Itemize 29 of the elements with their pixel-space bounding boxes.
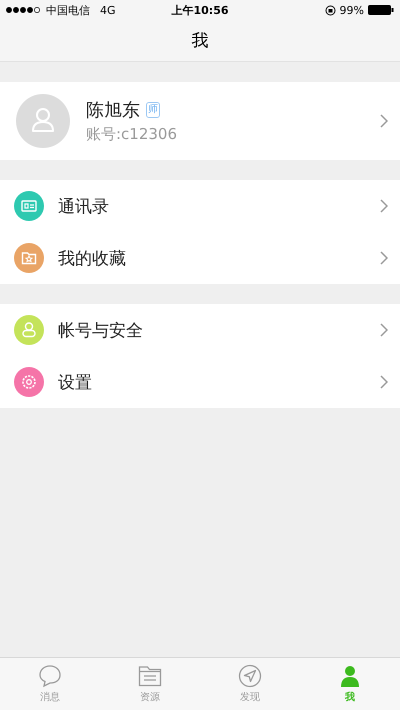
battery-percent: 99% [340, 4, 364, 16]
menu-item[interactable]: 设置 [0, 356, 400, 408]
chevron-icon [380, 199, 388, 213]
menu-label: 我的收藏 [58, 248, 127, 270]
teacher-badge: 师 [146, 102, 160, 118]
folder-icon [138, 664, 162, 688]
menu-item[interactable]: 通讯录 [0, 180, 400, 232]
page-title: 我 [192, 30, 208, 52]
speech-bubble-icon [38, 664, 62, 688]
network-text: 4G [100, 4, 116, 16]
person-icon [338, 664, 362, 688]
profile-row[interactable]: 陈旭东 师 账号:c12306 [0, 82, 400, 160]
clock-text: 上午10:56 [172, 2, 228, 18]
chevron-icon [380, 323, 388, 337]
rotation-lock-icon [324, 4, 336, 16]
menu-label: 设置 [58, 372, 93, 394]
menu-label: 帐号与安全 [58, 320, 144, 342]
menu-item[interactable]: 我的收藏 [0, 232, 400, 284]
account-id: 账号:c12306 [86, 125, 178, 144]
avatar-icon [16, 94, 70, 148]
chevron-icon [380, 251, 388, 265]
menu-label: 通讯录 [58, 196, 110, 218]
user-name: 陈旭东 [86, 99, 140, 122]
battery-icon [368, 5, 394, 15]
signal-icon [6, 7, 42, 13]
chevron-icon [380, 375, 388, 389]
chevron-icon [380, 114, 388, 128]
menu-item[interactable]: 帐号与安全 [0, 304, 400, 356]
carrier-text: 中国电信 [46, 2, 90, 18]
